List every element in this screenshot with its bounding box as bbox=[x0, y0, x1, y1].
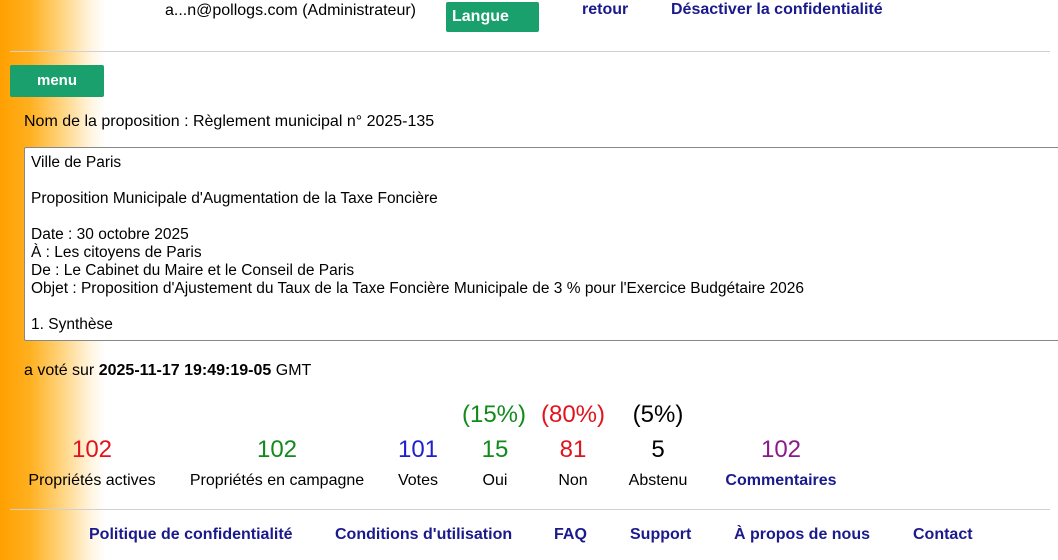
language-button[interactable]: Langue bbox=[446, 2, 539, 32]
votes-label: Votes bbox=[397, 472, 439, 489]
footer-privacy-link[interactable]: Politique de confidentialité bbox=[89, 526, 293, 544]
no-percent: (80%) bbox=[540, 401, 606, 428]
footer-contact-link[interactable]: Contact bbox=[913, 526, 973, 544]
yes-label: Oui bbox=[482, 472, 508, 489]
votes-count: 101 bbox=[397, 436, 439, 463]
abstain-count: 5 bbox=[651, 436, 665, 463]
disable-privacy-link[interactable]: Désactiver la confidentialité bbox=[671, 1, 883, 19]
footer-about-link[interactable]: À propos de nous bbox=[734, 526, 870, 544]
proposal-name: Nom de la proposition : Règlement munici… bbox=[24, 113, 435, 130]
vote-timestamp: a voté sur 2025-11-17 19:49:19-05 GMT bbox=[24, 362, 311, 380]
comments-count: 102 bbox=[760, 436, 802, 463]
vote-prefix: a voté sur bbox=[24, 362, 95, 379]
vote-timezone: GMT bbox=[275, 362, 312, 379]
comments-link[interactable]: Commentaires bbox=[716, 472, 846, 490]
footer-support-link[interactable]: Support bbox=[630, 526, 691, 544]
abstain-label: Abstenu bbox=[628, 472, 688, 489]
campaign-properties-count: 102 bbox=[256, 436, 298, 463]
abstain-percent: (5%) bbox=[632, 401, 684, 428]
no-label: Non bbox=[558, 472, 588, 489]
yes-percent: (15%) bbox=[461, 401, 527, 428]
footer-divider bbox=[10, 509, 1050, 510]
back-link[interactable]: retour bbox=[582, 1, 628, 19]
active-properties-label: Propriétés actives bbox=[28, 472, 156, 489]
vote-datetime: 2025-11-17 19:49:19-05 bbox=[98, 362, 272, 379]
proposal-text-area[interactable]: Ville de Paris Proposition Municipale d'… bbox=[24, 147, 1058, 341]
active-properties-count: 102 bbox=[71, 436, 113, 463]
user-account-label: a...n@pollogs.com (Administrateur) bbox=[165, 2, 416, 19]
no-count: 81 bbox=[559, 436, 587, 463]
campaign-properties-label: Propriétés en campagne bbox=[189, 472, 365, 489]
yes-count: 15 bbox=[481, 436, 509, 463]
footer-terms-link[interactable]: Conditions d'utilisation bbox=[335, 526, 512, 544]
header-divider bbox=[10, 51, 1050, 52]
menu-button[interactable]: menu bbox=[10, 65, 104, 97]
footer-faq-link[interactable]: FAQ bbox=[554, 526, 587, 544]
